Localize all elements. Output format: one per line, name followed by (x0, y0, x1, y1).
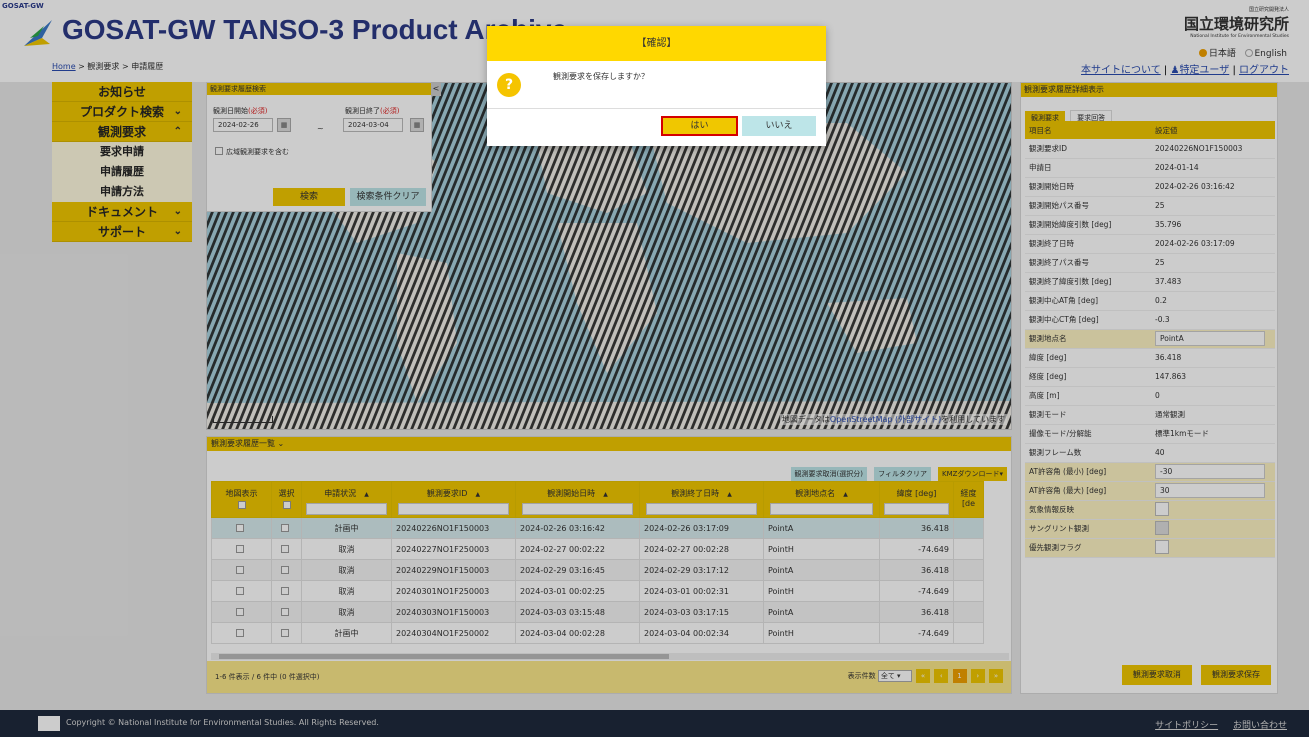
dialog-title: 【確認】 (487, 26, 826, 61)
no-button[interactable]: いいえ (742, 116, 816, 136)
dialog-message: 観測要求を保存しますか？ (553, 72, 649, 81)
page: GOSAT-GW GOSAT-GW TANSO-3 Product Archiv… (0, 0, 1309, 737)
yes-button[interactable]: はい (661, 116, 738, 136)
dialog-divider (487, 108, 826, 109)
confirm-dialog: 【確認】 ? 観測要求を保存しますか？ はい いいえ (487, 26, 826, 146)
question-icon: ? (497, 73, 521, 97)
